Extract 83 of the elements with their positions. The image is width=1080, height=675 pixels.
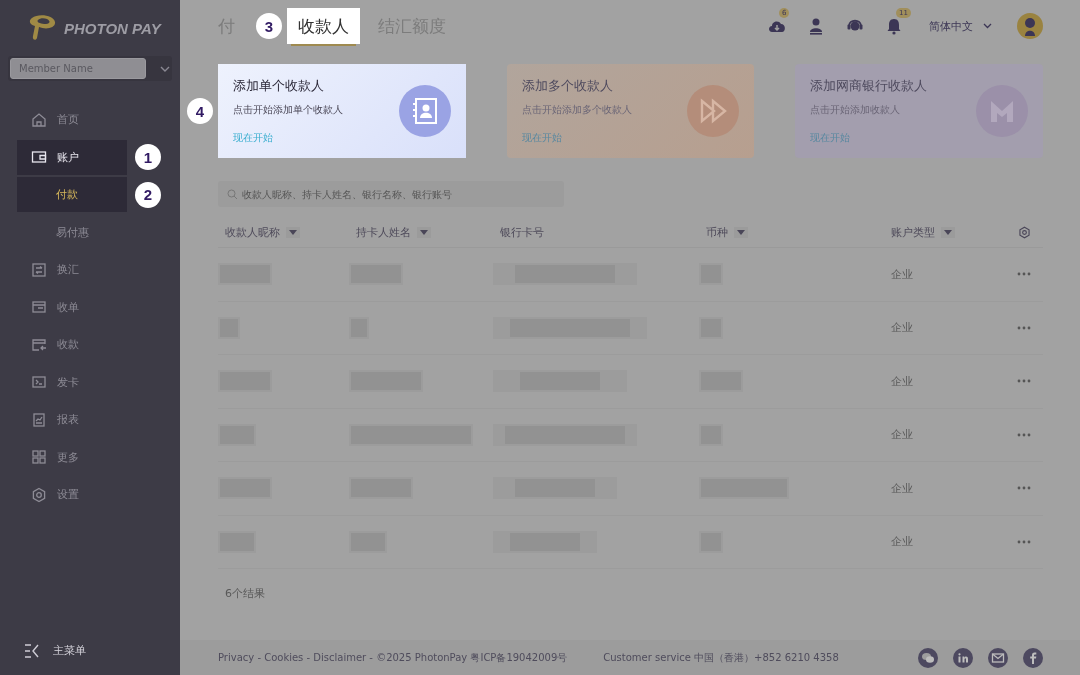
nav-label: 更多 <box>57 449 79 465</box>
sort-dropdown[interactable] <box>417 226 431 238</box>
letter-m-icon <box>976 85 1028 137</box>
caret-down-icon <box>944 229 952 235</box>
exchange-icon <box>31 261 47 278</box>
more-icon[interactable] <box>1017 539 1031 544</box>
settings-icon <box>31 486 47 503</box>
grid-icon <box>31 449 47 466</box>
column-header: 持卡人姓名 <box>356 224 411 240</box>
nav-item[interactable]: 更多 <box>17 438 127 476</box>
card-description: 点击开始添加多个收款人 <box>521 103 632 117</box>
nav-label: 账户 <box>57 149 79 165</box>
sort-dropdown[interactable] <box>734 226 748 238</box>
nav-label: 发卡 <box>57 374 79 390</box>
nav-item[interactable]: 发卡 <box>17 363 127 401</box>
main-menu-link[interactable]: 主菜单 <box>53 643 86 658</box>
report-icon <box>31 411 47 428</box>
nav-item[interactable]: 设置 <box>17 476 127 514</box>
legal-links[interactable]: Privacy - Cookies - Disclaimer - ©2025 PhotonPay 粤ICP备19042009号 <box>218 650 568 665</box>
nav-label: 收单 <box>57 299 79 315</box>
nav-label: 报表 <box>57 412 79 428</box>
sort-dropdown[interactable] <box>286 226 300 238</box>
envelope-icon[interactable] <box>988 647 1008 668</box>
linkedin-icon[interactable] <box>953 647 973 668</box>
avatar[interactable] <box>1017 13 1043 39</box>
nav-label: 首页 <box>57 112 79 128</box>
more-icon[interactable] <box>1017 325 1031 330</box>
wechat-icon[interactable] <box>918 647 938 668</box>
option-card[interactable]: 添加多个收款人 点击开始添加多个收款人 现在开始 <box>506 64 755 158</box>
step-marker: 3 <box>256 13 282 39</box>
card-description: 点击开始添加单个收款人 <box>233 103 343 117</box>
nav-item[interactable]: 收单 <box>17 288 127 326</box>
column-header: 银行卡号 <box>500 224 544 240</box>
wallet-icon <box>31 149 47 165</box>
step-marker: 1 <box>135 144 161 170</box>
table-cell-text: 企业 <box>890 266 913 282</box>
nav-subitem[interactable]: 易付惠 <box>17 213 127 251</box>
nav-item[interactable]: 首页 <box>17 101 127 139</box>
collapse-menu-icon[interactable] <box>24 643 40 658</box>
card-title: 添加网商银行收款人 <box>810 77 928 95</box>
receive-icon <box>31 336 47 353</box>
table-cell-text: 企业 <box>890 534 913 550</box>
chevron-down-icon[interactable] <box>160 65 170 72</box>
result-count: 6个结果 <box>224 586 266 601</box>
fast-forward-icon <box>687 85 740 137</box>
more-icon[interactable] <box>1017 379 1031 384</box>
column-header: 账户类型 <box>891 224 935 240</box>
card-title: 添加多个收款人 <box>521 77 614 95</box>
tab[interactable]: 收款人 <box>287 8 360 44</box>
card-title: 添加单个收款人 <box>233 77 325 95</box>
card-icon <box>31 374 47 391</box>
caret-down-icon <box>420 229 428 235</box>
step-marker: 4 <box>187 98 213 124</box>
step-marker: 2 <box>135 181 161 208</box>
table-cell-text: 企业 <box>890 480 913 496</box>
facebook-icon[interactable] <box>1023 647 1043 668</box>
language-select[interactable]: 简体中文 <box>929 18 992 34</box>
start-link[interactable]: 现在开始 <box>233 131 343 145</box>
nav-label: 设置 <box>57 487 79 503</box>
settings-icon[interactable] <box>1018 225 1031 239</box>
column-header: 收款人昵称 <box>225 224 280 240</box>
nav-item[interactable]: 收款 <box>17 326 127 364</box>
home-icon <box>31 111 47 128</box>
table-cell-text: 企业 <box>890 427 913 443</box>
chevron-down-icon <box>983 23 992 29</box>
sort-dropdown[interactable] <box>941 226 955 238</box>
table-cell-text: 企业 <box>890 373 913 389</box>
nav-label: 收款 <box>57 337 79 353</box>
search-icon <box>227 189 238 200</box>
column-header: 币种 <box>706 224 728 240</box>
customer-service-text: Customer service 中国（香港）+852 6210 4358 <box>603 650 839 665</box>
caret-down-icon <box>289 229 297 235</box>
nav-item[interactable]: 换汇 <box>17 251 127 289</box>
table-cell-text: 企业 <box>890 320 913 336</box>
more-icon[interactable] <box>1017 432 1031 437</box>
logo-text: PHOTON PAY <box>64 19 161 37</box>
nav-label: 换汇 <box>57 262 79 278</box>
acquiring-icon <box>31 299 47 316</box>
more-icon[interactable] <box>1017 272 1031 277</box>
caret-down-icon <box>737 229 745 235</box>
nav-item[interactable]: 报表 <box>17 401 127 439</box>
more-icon[interactable] <box>1017 486 1031 491</box>
contact-book-icon <box>398 85 451 137</box>
